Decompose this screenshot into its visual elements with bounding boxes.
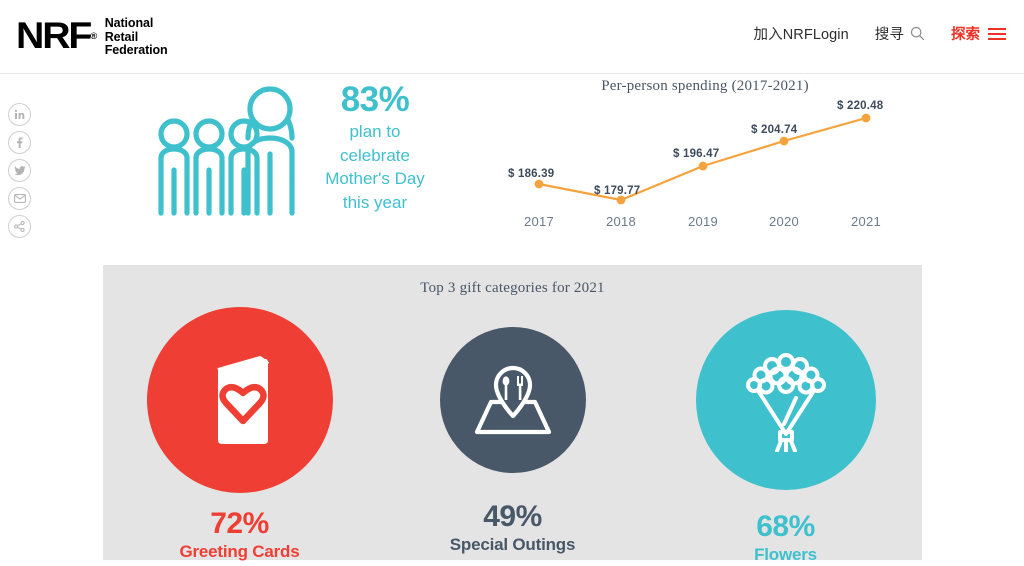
- chart-x-tick-2019: 2019: [687, 214, 719, 229]
- stat-line-4: this year: [342, 192, 408, 212]
- chart-x-tick-2018: 2018: [605, 214, 637, 229]
- nav-join-login-label: 加入NRFLogin: [753, 27, 849, 43]
- logo-wordmark: National Retail Federation: [104, 16, 168, 58]
- logo-registered-mark: ®: [90, 31, 98, 41]
- greeting-card-heart-icon: [216, 356, 269, 444]
- chart-x-tick-2021: 2021: [850, 214, 882, 229]
- chart-value-label-2018: $ 179.77: [594, 185, 641, 197]
- flowers-text: 68% Flowers: [754, 510, 817, 566]
- hamburger-icon[interactable]: [988, 27, 1006, 40]
- nav-item-join-login[interactable]: 加入NRFLogin: [754, 23, 849, 44]
- chart-value-label-2019: $ 196.47: [673, 148, 720, 160]
- panel-title: Top 3 gift categories for 2021: [420, 280, 605, 296]
- flowers-circle: [695, 310, 876, 490]
- gift-category-greeting-cards: 72% Greeting Cards: [125, 307, 355, 563]
- flowers-percent: 68%: [756, 510, 815, 543]
- greeting-cards-circle: [146, 307, 333, 493]
- logo-mark: NRF®: [16, 16, 97, 56]
- stat-line-2: celebrate: [340, 145, 410, 165]
- chart-point-2020: [779, 136, 789, 146]
- logo-word-line-3: Federation: [104, 43, 168, 57]
- group-of-people-icon: [152, 82, 307, 232]
- gift-category-special-outings: 49% Special Outings: [398, 307, 628, 556]
- logo-word-line-1: National: [104, 16, 154, 30]
- chart-x-tick-2017: 2017: [523, 214, 555, 229]
- flowers-label: Flowers: [754, 545, 817, 564]
- chart-x-tick-2020: 2020: [768, 214, 800, 229]
- top-gift-categories-panel: Top 3 gift categories for 2021 72% Greet…: [103, 265, 922, 564]
- nav-item-search[interactable]: 搜寻: [875, 23, 925, 44]
- hero-section: 83% plan to celebrate Mother's Day this …: [0, 74, 1024, 264]
- special-outings-percent: 49%: [483, 500, 542, 533]
- stat-percent-value: 83%: [340, 80, 410, 119]
- flower-bouquet-icon: [745, 353, 826, 452]
- nav-explore-label: 探索: [951, 27, 980, 43]
- chart-point-2021: [861, 113, 871, 123]
- stat-line-1: plan to: [349, 122, 401, 141]
- logo-word-line-2: Retail: [104, 29, 139, 44]
- nav-search-label: 搜寻: [874, 27, 904, 43]
- header-nav: 加入NRFLogin 搜寻 探索: [754, 23, 1006, 44]
- nav-item-explore[interactable]: 探索: [951, 23, 1006, 44]
- chart-value-label-2020: $ 204.74: [751, 124, 798, 136]
- special-outings-text: 49% Special Outings: [449, 500, 576, 556]
- greeting-cards-text: 72% Greeting Cards: [179, 507, 299, 563]
- greeting-cards-percent: 72%: [210, 507, 269, 540]
- chart-value-label-2017: $ 186.39: [508, 168, 555, 180]
- per-person-spending-chart: Per-person spending (2017-2021) $ 186.39…: [495, 78, 915, 248]
- mothers-day-stat: 83% plan to celebrate Mother's Day this …: [315, 80, 435, 214]
- site-header: NRF® National Retail Federation 加入NRFLog…: [0, 0, 1024, 74]
- chart-value-label-2021: $ 220.48: [837, 100, 884, 112]
- search-icon[interactable]: [910, 26, 925, 41]
- special-outings-label: Special Outings: [449, 535, 576, 554]
- stat-line-3: Mother's Day: [325, 169, 425, 188]
- nrf-logo[interactable]: NRF® National Retail Federation: [16, 16, 168, 58]
- chart-point-2017: [534, 179, 544, 189]
- special-outings-circle: [439, 327, 586, 473]
- logo-mark-text: NRF: [16, 15, 92, 56]
- chart-point-2019: [698, 161, 708, 171]
- gift-category-row: 72% Greeting Cards 49% Special Outings 6…: [103, 307, 922, 566]
- map-pin-cutlery-icon: [474, 365, 551, 435]
- gift-category-flowers: 68% Flowers: [671, 307, 901, 566]
